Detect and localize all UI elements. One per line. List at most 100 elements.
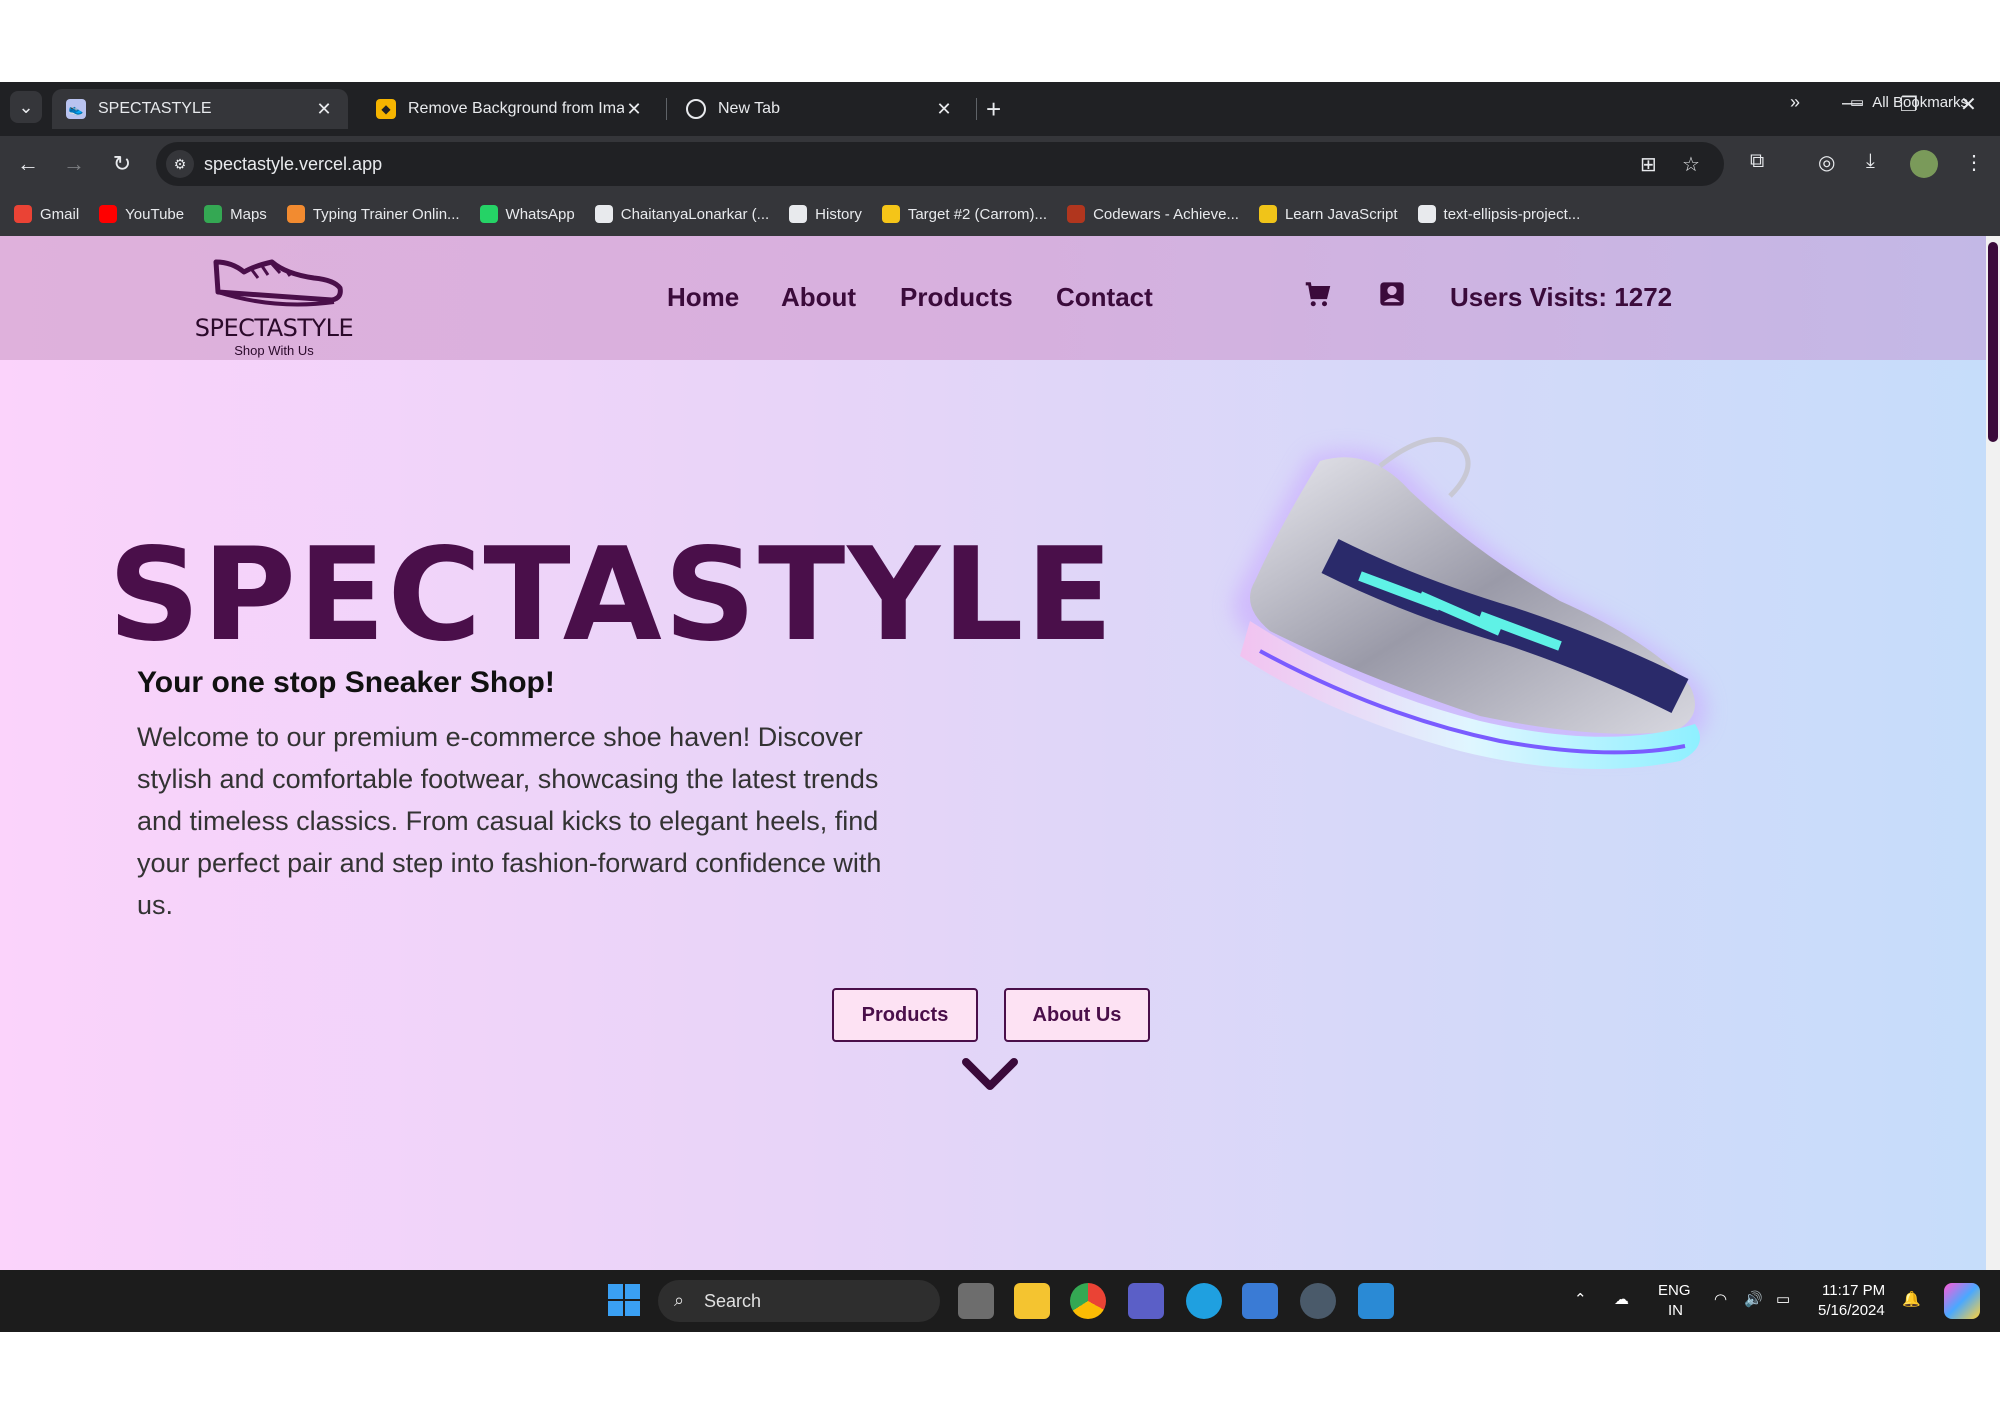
profile-avatar[interactable]	[1910, 150, 1938, 178]
gmail-icon	[14, 205, 32, 223]
bookmarks-overflow-icon[interactable]: »	[1790, 92, 1800, 113]
close-icon[interactable]: ✕	[314, 99, 334, 120]
notification-bell-icon[interactable]: 🔔	[1902, 1290, 1921, 1308]
tab-spectastyle[interactable]: 👟 SPECTASTYLE ✕	[52, 89, 348, 129]
close-icon[interactable]: ✕	[624, 99, 644, 120]
hero-subtitle: Your one stop Sneaker Shop!	[137, 666, 555, 699]
sneaker-favicon-icon: 👟	[66, 99, 86, 119]
bookmark-label: text-ellipsis-project...	[1443, 205, 1581, 223]
app-icon[interactable]	[1300, 1283, 1336, 1319]
volume-icon[interactable]: 🔊	[1744, 1290, 1763, 1308]
tab-strip: ⌄ 👟 SPECTASTYLE ✕ ◆ Remove Background fr…	[0, 82, 2000, 136]
windows-start-icon[interactable]	[608, 1284, 640, 1316]
bookmark-item[interactable]: Gmail	[14, 205, 79, 223]
bookmark-label: History	[815, 205, 862, 223]
hero-title: SPECTASTYLE	[108, 521, 1115, 670]
teams-icon[interactable]	[1128, 1283, 1164, 1319]
search-icon: ⌕	[674, 1290, 685, 1310]
target-icon	[881, 205, 900, 223]
forward-arrow-icon[interactable]: →	[58, 148, 90, 180]
tab-title: SPECTASTYLE	[98, 100, 212, 117]
all-bookmarks-label: All Bookmarks	[1872, 93, 1969, 111]
tab-title: New Tab	[718, 100, 780, 117]
tray-chevron-up-icon[interactable]: ⌃	[1574, 1290, 1587, 1308]
folder-icon: ▭	[1850, 94, 1865, 111]
clock-date[interactable]: 5/16/2024	[1818, 1302, 1885, 1319]
bookmark-item[interactable]: Maps	[204, 205, 267, 223]
extension-icon[interactable]: ◎	[1818, 150, 1835, 175]
new-tab-plus-icon[interactable]: +	[986, 94, 1001, 125]
hero-description: Welcome to our premium e-commerce shoe h…	[137, 722, 882, 920]
scrollbar-thumb[interactable]	[1988, 242, 1998, 442]
onedrive-app-icon[interactable]	[1358, 1283, 1394, 1319]
chrome-taskbar-icon[interactable]	[1070, 1283, 1106, 1319]
tab-search-chevron-icon[interactable]: ⌄	[10, 91, 42, 123]
site-header: SPECTASTYLE Shop With Us Home About Prod…	[0, 236, 1986, 360]
task-view-icon[interactable]	[958, 1283, 994, 1319]
edge-icon[interactable]	[1186, 1283, 1222, 1319]
bookmark-item[interactable]: ChaitanyaLonarkar (...	[594, 205, 770, 223]
bookmark-item[interactable]: Learn JavaScript	[1258, 205, 1398, 223]
bookmark-item[interactable]: History	[789, 205, 862, 223]
history-icon	[789, 205, 808, 223]
clock-time[interactable]: 11:17 PM	[1822, 1282, 1885, 1299]
url-text[interactable]: spectastyle.vercel.app	[204, 154, 382, 175]
battery-icon[interactable]: ▭	[1776, 1290, 1790, 1308]
bookmarks-bar: Gmail YouTube Maps Typing Trainer Onlin... W…	[0, 192, 2000, 236]
wifi-icon[interactable]: ◠	[1714, 1290, 1727, 1308]
copilot-icon[interactable]	[1944, 1283, 1980, 1319]
bookmark-label: Learn JavaScript	[1284, 205, 1398, 223]
back-arrow-icon[interactable]: ←	[12, 148, 44, 180]
page-icon	[1417, 205, 1436, 223]
tab-remove-background[interactable]: ◆ Remove Background from Imag ✕	[362, 89, 658, 129]
youtube-icon	[99, 205, 118, 223]
github-icon	[594, 205, 613, 223]
products-button[interactable]: Products	[832, 988, 978, 1042]
language-indicator[interactable]: ENG	[1658, 1282, 1691, 1299]
codewars-icon	[1067, 205, 1086, 223]
users-visits-counter: Users Visits: 1272	[1450, 282, 1673, 312]
javascript-icon	[1258, 205, 1277, 223]
photos-icon[interactable]	[1242, 1283, 1278, 1319]
bookmark-label: Maps	[230, 205, 267, 223]
download-icon[interactable]: ⤓	[1866, 150, 1875, 173]
translate-icon[interactable]: ⊞	[1640, 152, 1657, 177]
maps-icon	[204, 205, 223, 223]
bookmark-star-icon[interactable]: ☆	[1682, 152, 1700, 177]
tab-title: Remove Background from Imag	[408, 100, 624, 117]
user-account-icon[interactable]	[1378, 280, 1406, 313]
bookmark-item[interactable]: text-ellipsis-project...	[1417, 205, 1581, 223]
region-indicator[interactable]: IN	[1668, 1302, 1683, 1319]
kebab-menu-icon[interactable]: ⋮	[1964, 150, 1984, 175]
bookmark-item[interactable]: Codewars - Achieve...	[1067, 205, 1239, 223]
browser-toolbar: ← → ↻ ⚙ spectastyle.vercel.app ⊞ ☆ ⧉ ◎ ⤓…	[0, 136, 2000, 192]
cloud-icon[interactable]: ☁	[1614, 1290, 1629, 1308]
file-explorer-icon[interactable]	[1014, 1283, 1050, 1319]
all-bookmarks-button[interactable]: ▭ All Bookmarks	[1850, 93, 1969, 112]
tab-new-tab[interactable]: New Tab ✕	[672, 89, 968, 129]
reload-icon[interactable]: ↻	[106, 148, 138, 180]
bookmark-item[interactable]: Target #2 (Carrom)...	[881, 205, 1047, 223]
scroll-down-chevron-icon[interactable]	[962, 1058, 1018, 1097]
site-info-icon[interactable]: ⚙	[166, 150, 194, 178]
extensions-puzzle-icon[interactable]: ⧉	[1750, 150, 1764, 173]
nav-about[interactable]: About	[781, 282, 856, 313]
taskbar-search[interactable]: ⌕ Search	[658, 1280, 940, 1322]
nav-contact[interactable]: Contact	[1056, 282, 1153, 313]
bookmark-item[interactable]: Typing Trainer Onlin...	[286, 205, 460, 223]
bookmark-item[interactable]: YouTube	[99, 205, 184, 223]
desktop-screen: ⌄ 👟 SPECTASTYLE ✕ ◆ Remove Background fr…	[0, 82, 2000, 1332]
bookmark-label: ChaitanyaLonarkar (...	[620, 205, 770, 223]
bookmark-item[interactable]: WhatsApp	[479, 205, 575, 223]
address-bar[interactable]: ⚙ spectastyle.vercel.app ⊞ ☆	[156, 142, 1724, 186]
nav-home[interactable]: Home	[667, 282, 739, 313]
site-logo[interactable]: SPECTASTYLE Shop With Us	[194, 248, 354, 358]
nav-products[interactable]: Products	[900, 282, 1013, 313]
close-icon[interactable]: ✕	[934, 99, 954, 120]
bookmark-label: YouTube	[125, 205, 185, 223]
cart-icon[interactable]	[1302, 280, 1332, 315]
about-us-button[interactable]: About Us	[1004, 988, 1150, 1042]
tab-divider	[666, 98, 667, 120]
logo-tagline: Shop With Us	[234, 343, 314, 358]
logo-text: SPECTASTYLE	[194, 314, 354, 342]
